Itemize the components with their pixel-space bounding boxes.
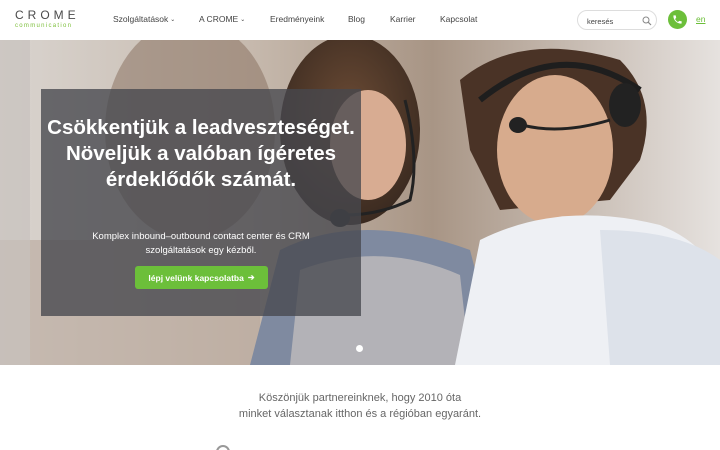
partners-section: Köszönjük partnereinknek, hogy 2010 óta … — [0, 365, 720, 450]
nav-item-label: Eredményeink — [270, 14, 325, 24]
nav-item-szolgaltatasok[interactable]: Szolgáltatások ⌄ — [113, 14, 175, 24]
hero-banner: Csökkentjük a leadveszteséget. Növeljük … — [0, 40, 720, 365]
hero-subtitle: Komplex inbound–outbound contact center … — [92, 231, 310, 256]
nav-item-a-crome[interactable]: A CROME ⌄ — [199, 14, 245, 24]
nav-item-eredmenyeink[interactable]: Eredményeink — [270, 14, 324, 24]
nav-item-label: Kapcsolat — [440, 14, 478, 24]
search-icon[interactable] — [642, 16, 652, 26]
phone-button[interactable] — [668, 10, 687, 29]
search-box — [577, 10, 657, 30]
site-header: CROME communication Szolgáltatások ⌄ A CR… — [0, 0, 720, 40]
chevron-down-icon: ⌄ — [240, 17, 246, 23]
partners-intro: Köszönjük partnereinknek, hogy 2010 óta … — [160, 390, 560, 422]
partners-line-2: minket választanak itthon és a régióban … — [238, 408, 482, 420]
hero-overlay-panel: Csökkentjük a leadveszteséget. Növeljük … — [41, 89, 361, 316]
arrow-right-icon: ➔ — [247, 273, 255, 282]
language-switch-en[interactable]: en — [696, 14, 705, 24]
nav-item-label: Blog — [348, 14, 366, 24]
chevron-down-icon: ⌄ — [170, 17, 176, 23]
phone-icon — [673, 15, 682, 24]
hero-title: Csökkentjük a leadveszteséget. Növeljük … — [47, 116, 355, 191]
partners-line-1: Köszönjük partnereinknek, hogy 2010 óta — [258, 392, 462, 404]
nav-item-blog[interactable]: Blog — [348, 14, 365, 24]
contact-cta-button[interactable]: lépj velünk kapcsolatba ➔ — [135, 266, 268, 289]
nav-item-label: Szolgáltatások — [113, 14, 169, 24]
nav-item-label: A CROME — [199, 14, 239, 24]
cta-label: lépj velünk kapcsolatba — [148, 272, 244, 283]
slider-dot[interactable] — [356, 345, 363, 352]
search-input[interactable] — [587, 16, 639, 26]
nav-item-label: Karrier — [390, 14, 416, 24]
nav-item-kapcsolat[interactable]: Kapcsolat — [440, 14, 477, 24]
partner-logo — [216, 445, 230, 450]
nav-item-karrier[interactable]: Karrier — [390, 14, 416, 24]
